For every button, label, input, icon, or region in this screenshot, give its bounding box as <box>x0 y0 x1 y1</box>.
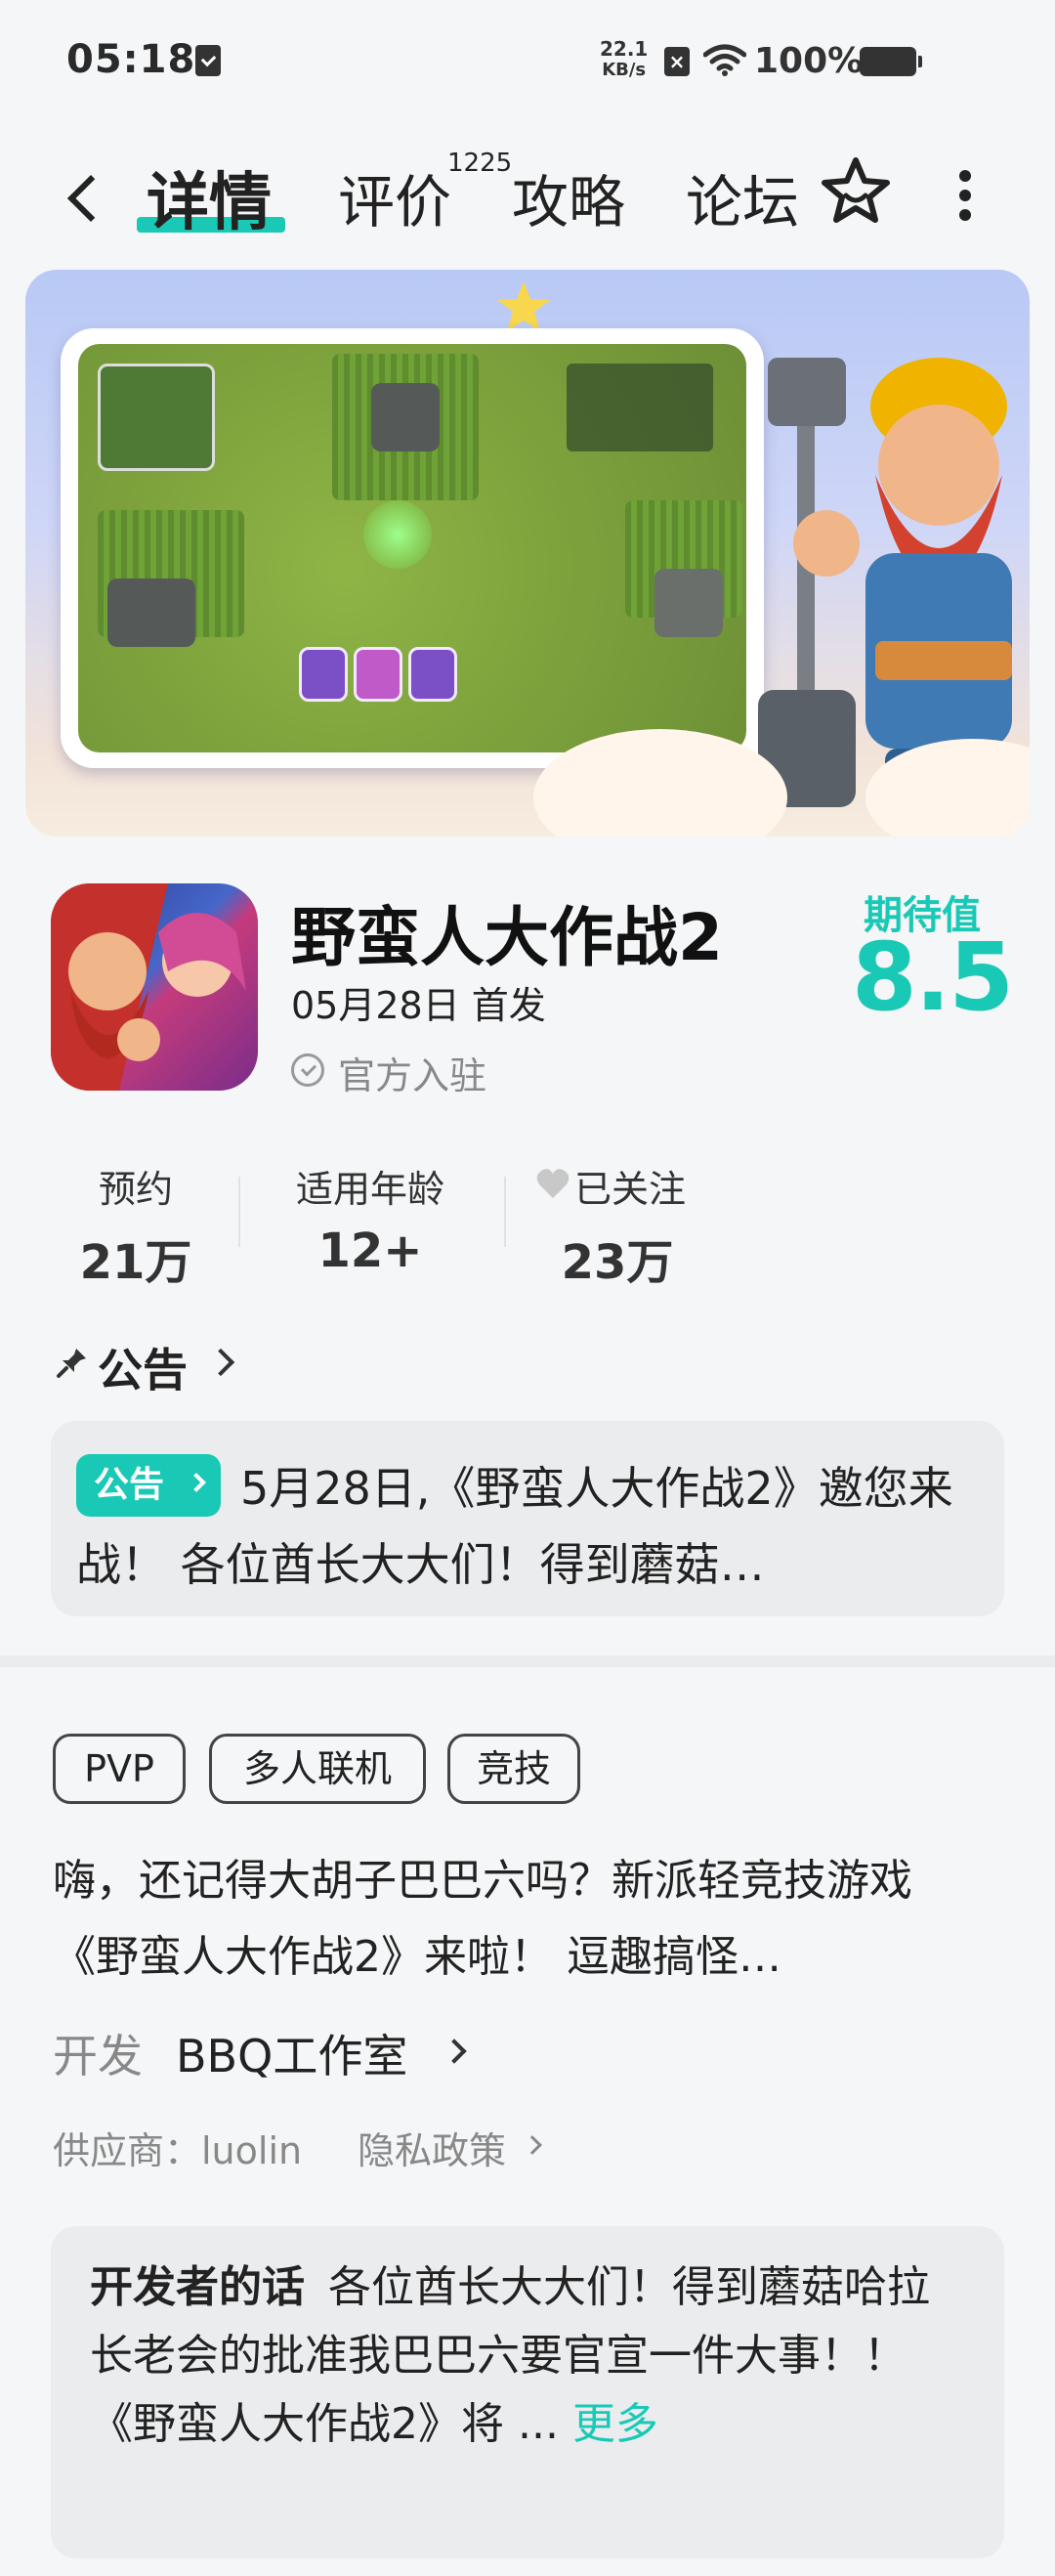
notification-check-icon <box>195 45 221 76</box>
stat-divider <box>238 1177 240 1247</box>
tab-reviews[interactable]: 评价 <box>338 156 451 238</box>
stat-reservations-value: 21万 <box>79 1235 192 1290</box>
more-options-icon[interactable] <box>955 166 975 225</box>
network-speed-unit: KB/s <box>602 60 647 80</box>
network-speed: 22.1 KB/s <box>600 37 649 81</box>
stat-reservations-label: 预约 <box>98 1168 173 1211</box>
stat-follows-label: 已关注 <box>574 1168 687 1211</box>
verified-check-icon <box>291 1053 324 1087</box>
wifi-icon <box>703 44 746 76</box>
tag-multiplayer[interactable]: 多人联机 <box>209 1734 426 1804</box>
developer-words-title: 开发者的话 <box>90 2262 305 2312</box>
notice-section-title[interactable]: 公告 <box>98 1335 188 1399</box>
tab-details[interactable]: 详情 <box>147 152 272 242</box>
gameplay-screenshot <box>78 344 746 752</box>
app-title: 野蛮人大作战2 <box>291 900 723 975</box>
release-date: 05月28日 首发 <box>291 984 546 1027</box>
tab-guides[interactable]: 攻略 <box>512 156 625 238</box>
privacy-policy-link[interactable]: 隐私政策 <box>358 2121 506 2174</box>
stat-divider <box>504 1177 506 1247</box>
chevron-right-icon[interactable] <box>442 2039 467 2064</box>
developer-label: 开发 <box>53 2030 143 2082</box>
developer-words: 开发者的话 各位酋长大大们！得到蘑菇哈拉长老会的批准我巴巴六要官宣一件大事！！《野… <box>90 2254 969 2459</box>
reviews-count-badge: 1225 <box>447 149 513 178</box>
developer-name-link[interactable]: BBQ工作室 <box>176 2021 407 2085</box>
pin-icon <box>57 1349 86 1378</box>
tab-forum[interactable]: 论坛 <box>686 156 799 238</box>
app-icon <box>51 883 258 1091</box>
chevron-right-icon[interactable] <box>523 2135 542 2155</box>
tag-competitive[interactable]: 竞技 <box>447 1734 580 1804</box>
no-sim-icon: × <box>664 47 690 76</box>
more-link[interactable]: 更多 <box>572 2399 658 2449</box>
supplier-info: 供应商：luolin <box>53 2129 303 2172</box>
official-badge: 官方入驻 <box>338 1054 487 1097</box>
network-speed-value: 22.1 <box>600 37 649 61</box>
stat-follows-value: 23万 <box>561 1235 674 1290</box>
banner-tablet-frame <box>61 328 764 768</box>
favorite-star-icon[interactable] <box>819 154 893 229</box>
tag-pvp[interactable]: PVP <box>53 1734 186 1804</box>
heart-icon <box>536 1169 570 1198</box>
stat-age-value: 12+ <box>317 1224 423 1278</box>
game-description[interactable]: 嗨，还记得大胡子巴巴六吗？新派轻竞技游戏《野蛮人大作战2》来啦！ 逗趣搞怪… <box>53 1843 991 1996</box>
banner-star-decoration <box>497 281 550 331</box>
section-divider <box>0 1655 1055 1667</box>
notice-tag-label: 公告 <box>94 1465 165 1505</box>
battery-percent: 100% <box>754 41 864 81</box>
stat-age-label: 适用年龄 <box>295 1168 444 1211</box>
expectation-score: 8.5 <box>852 923 1014 1032</box>
chevron-right-icon[interactable] <box>206 1348 235 1377</box>
game-banner-image[interactable] <box>25 270 1030 837</box>
status-time: 05:18 <box>66 37 196 82</box>
battery-icon <box>860 47 922 76</box>
back-icon[interactable] <box>64 168 104 227</box>
